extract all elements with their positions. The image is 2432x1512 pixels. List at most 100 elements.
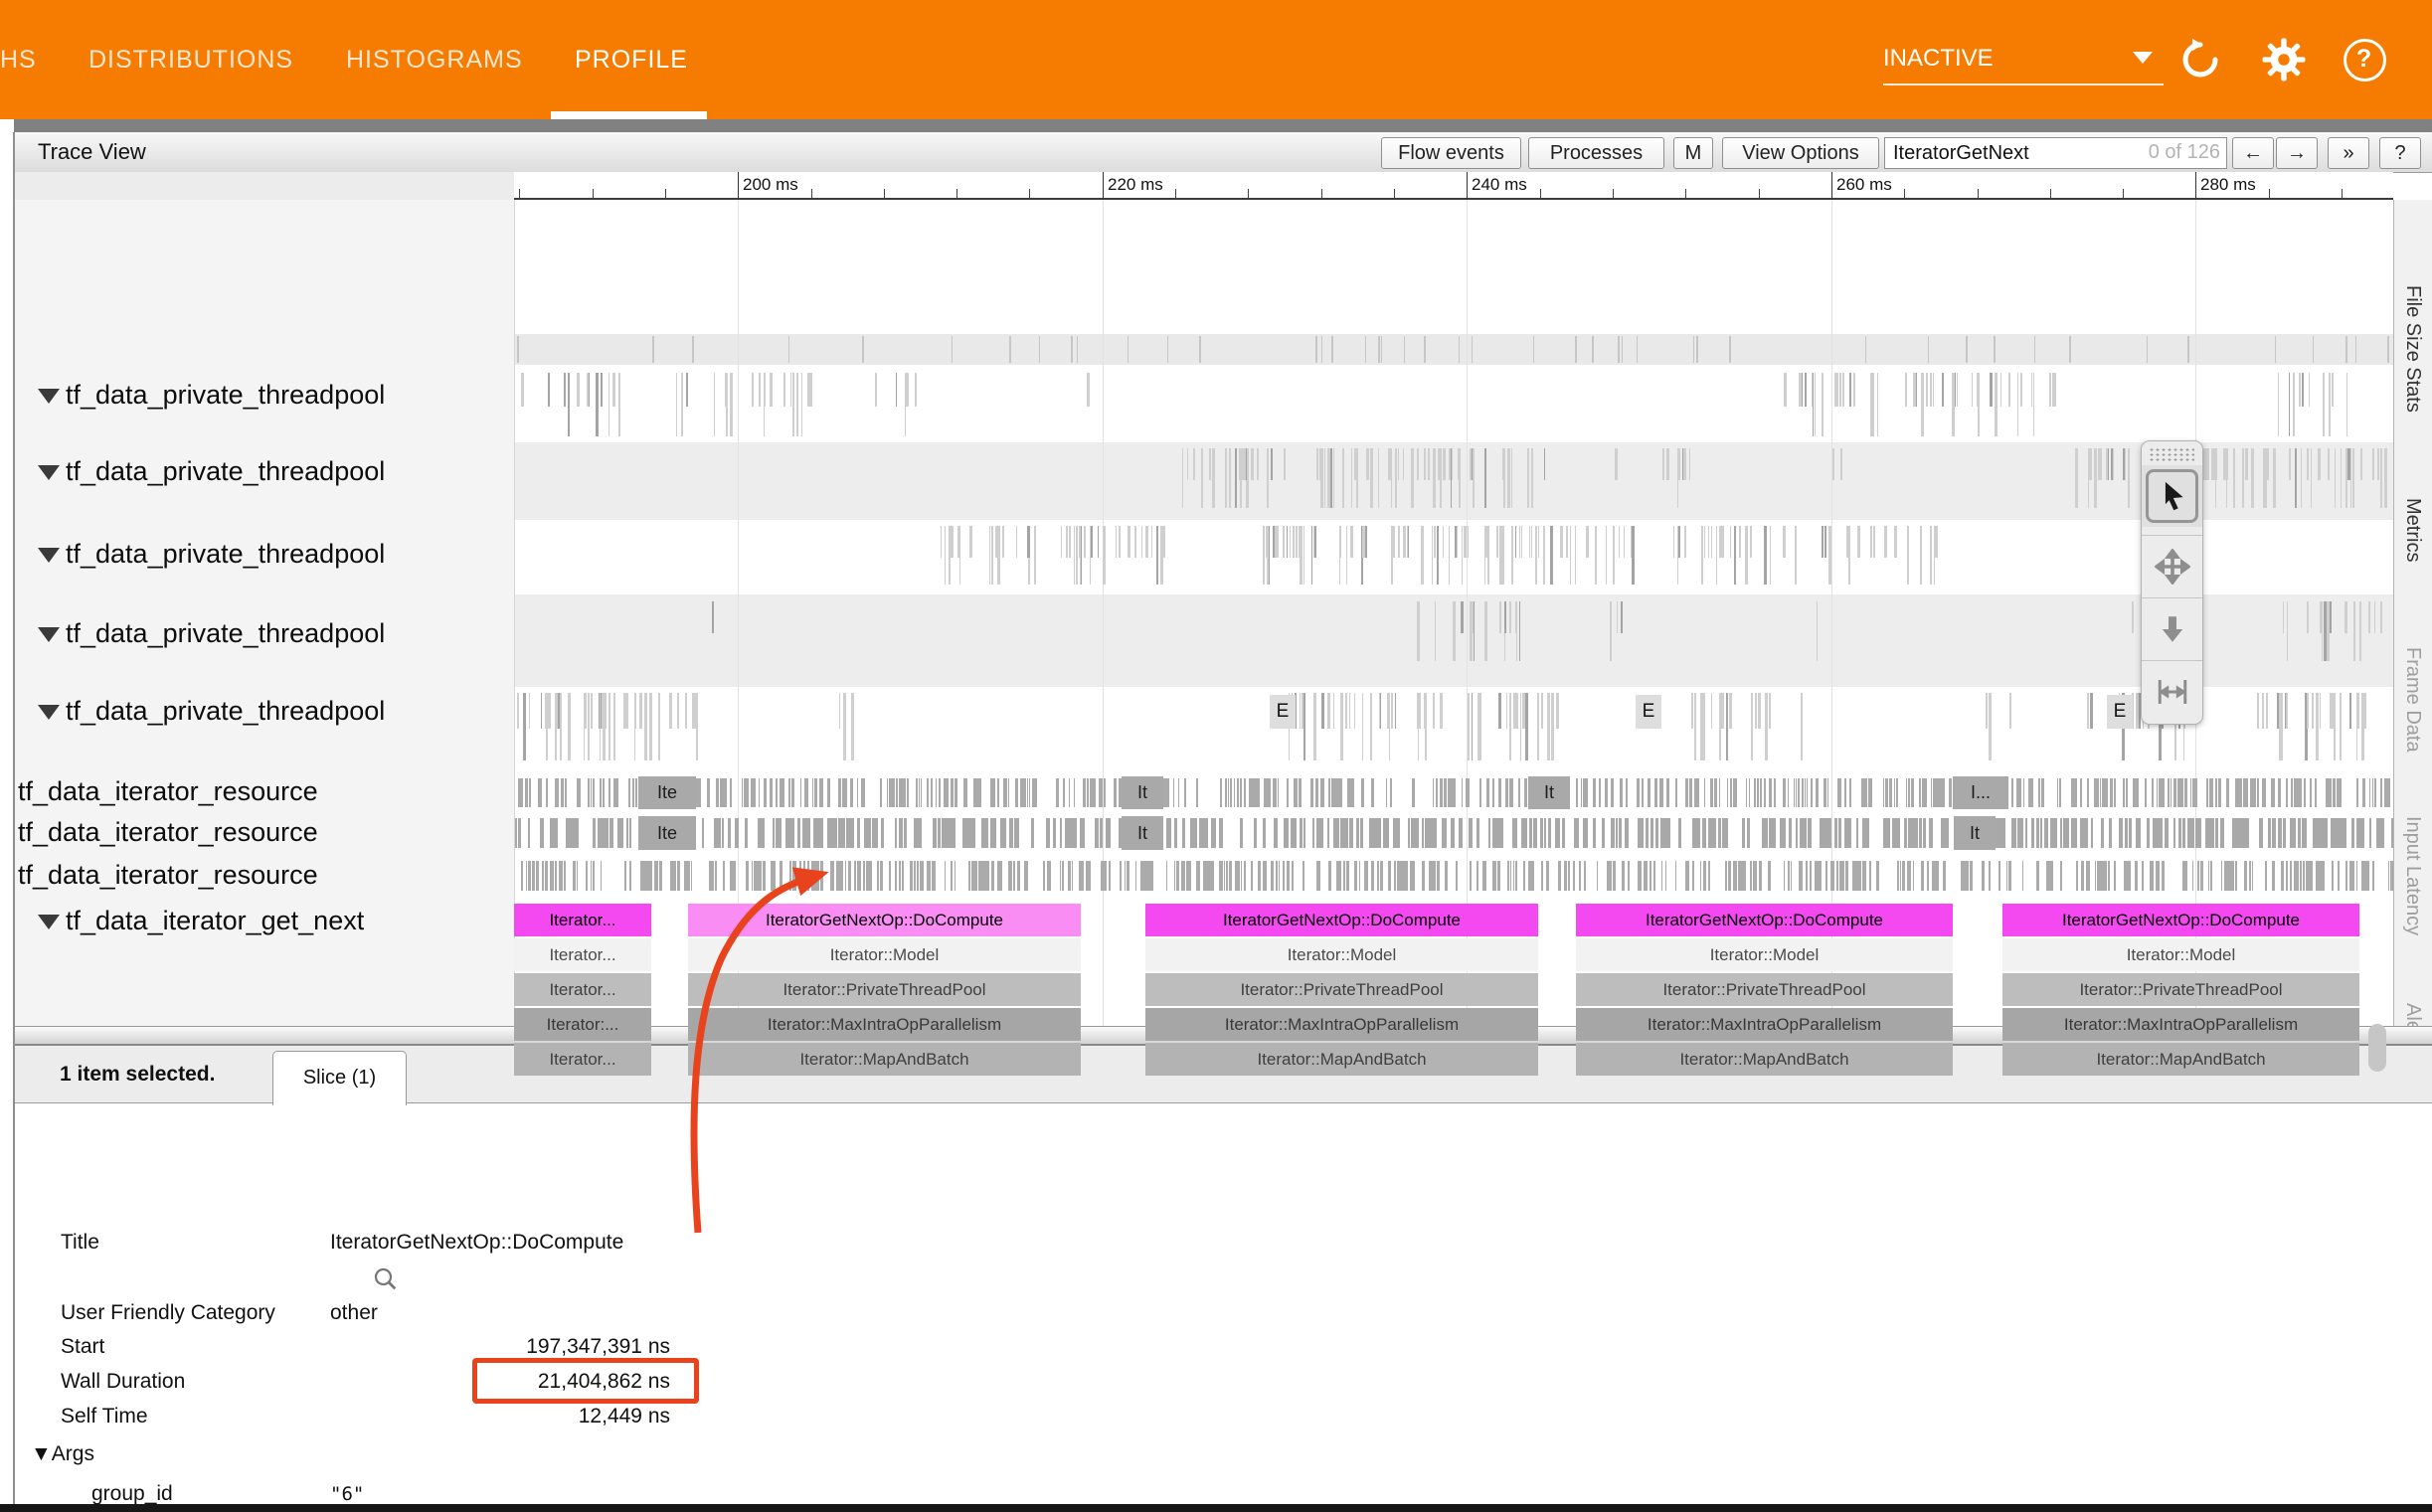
vertical-scrollbar-thumb[interactable] (2368, 1024, 2386, 1072)
slice-chip[interactable]: Ite (638, 816, 696, 850)
track-label[interactable]: tf_data_iterator_resource (18, 817, 318, 848)
slice-iterator-maxintraop[interactable]: Iterator:... (514, 1008, 651, 1041)
collapse-triangle-icon[interactable] (38, 548, 60, 563)
slice-iterator-model[interactable]: Iterator... (514, 938, 651, 971)
trace-view-panel: Trace View Flow events Processes M View … (13, 132, 2432, 1504)
slice-iterator-getnext-selected[interactable]: IteratorGetNextOp::DoCompute (688, 904, 1081, 936)
collapse-triangle-icon[interactable] (38, 389, 60, 404)
slice-iterator-getnext[interactable]: Iterator... (514, 904, 651, 936)
timing-tool-button[interactable] (2142, 660, 2202, 723)
timeline-tracks[interactable]: tf_data_private_threadpool tf_data_priva… (15, 200, 2432, 1093)
active-tab-underline (551, 111, 707, 119)
track-activity-iterator-resource-1 (514, 776, 2393, 809)
event-marker-e[interactable]: E (2107, 695, 2133, 729)
track-label[interactable]: tf_data_private_threadpool (66, 456, 385, 487)
track-label[interactable]: tf_data_iterator_resource (18, 860, 318, 891)
track-label[interactable]: tf_data_private_threadpool (66, 618, 385, 649)
sidebar-tab-input-latency[interactable]: Input Latency (2401, 816, 2424, 935)
slice-iterator-mapandbatch[interactable]: Iterator::MapAndBatch (688, 1043, 1081, 1076)
collapse-triangle-icon[interactable] (38, 465, 60, 480)
track-label[interactable]: tf_data_iterator_get_next (66, 906, 364, 936)
palette-drag-handle[interactable] (2149, 447, 2194, 463)
track-label[interactable]: tf_data_private_threadpool (66, 539, 385, 570)
search-input[interactable] (1891, 139, 2134, 168)
tab-graphs[interactable]: HS (0, 0, 37, 119)
slice-group: IteratorGetNextOp::DoCompute Iterator::M… (2002, 904, 2359, 1080)
track-label[interactable]: tf_data_iterator_resource (18, 776, 318, 807)
slice-iterator-mapandbatch[interactable]: Iterator::MapAndBatch (1576, 1043, 1953, 1076)
slice-chip[interactable]: It (1122, 776, 1163, 809)
next-result-button[interactable]: → (2276, 137, 2318, 169)
slice-iterator-privatethreadpool[interactable]: Iterator::PrivateThreadPool (688, 973, 1081, 1006)
slice-chip[interactable]: It (1122, 816, 1163, 850)
slice-iterator-getnext[interactable]: IteratorGetNextOp::DoCompute (1576, 904, 1953, 936)
tab-histograms[interactable]: HISTOGRAMS (346, 0, 523, 119)
track-label[interactable]: tf_data_private_threadpool (66, 380, 385, 411)
slice-iterator-model[interactable]: Iterator::Model (2002, 938, 2359, 971)
ruler-minor-tick (1175, 189, 1176, 198)
slice-iterator-getnext[interactable]: IteratorGetNextOp::DoCompute (2002, 904, 2359, 936)
slice-iterator-privatethreadpool[interactable]: Iterator::PrivateThreadPool (2002, 973, 2359, 1006)
more-button[interactable]: » (2328, 137, 2369, 169)
slice-iterator-maxintraop[interactable]: Iterator::MaxIntraOpParallelism (1576, 1008, 1953, 1041)
track-label[interactable]: tf_data_private_threadpool (66, 696, 385, 727)
reload-icon[interactable] (2177, 37, 2223, 83)
zoom-tool-button[interactable] (2142, 597, 2202, 660)
prev-result-button[interactable]: ← (2232, 137, 2274, 169)
tab-profile[interactable]: PROFILE (575, 0, 688, 119)
m-button[interactable]: M (1673, 137, 1713, 169)
tab-slice[interactable]: Slice (1) (272, 1051, 407, 1105)
slice-chip[interactable]: It (1954, 816, 1996, 850)
event-marker-e[interactable]: E (1270, 695, 1296, 729)
sidebar-tab-frame-data[interactable]: Frame Data (2401, 647, 2424, 753)
sidebar-tab-metrics[interactable]: Metrics (2401, 498, 2424, 562)
pan-tool-button[interactable] (2142, 535, 2202, 597)
slice-iterator-maxintraop[interactable]: Iterator::MaxIntraOpParallelism (2002, 1008, 2359, 1041)
ruler-minor-tick (811, 189, 812, 198)
slice-chip[interactable]: It (1528, 776, 1570, 809)
track-label-column: tf_data_private_threadpool tf_data_priva… (15, 200, 515, 1093)
window-bottom-edge (0, 1504, 2432, 1512)
top-navigation-bar: HS DISTRIBUTIONS HISTOGRAMS PROFILE INAC… (0, 0, 2432, 119)
slice-iterator-model[interactable]: Iterator::Model (688, 938, 1081, 971)
slice-iterator-mapandbatch[interactable]: Iterator::MapAndBatch (2002, 1043, 2359, 1076)
args-section-toggle[interactable]: ▼Args (31, 1442, 94, 1466)
magnifier-icon[interactable] (371, 1264, 401, 1299)
track-activity-iterator-resource-3 (514, 859, 2393, 893)
processes-button[interactable]: Processes (1528, 137, 1664, 169)
slice-iterator-privatethreadpool[interactable]: Iterator::PrivateThreadPool (1576, 973, 1953, 1006)
tab-distributions[interactable]: DISTRIBUTIONS (88, 0, 293, 119)
slice-iterator-getnext[interactable]: IteratorGetNextOp::DoCompute (1145, 904, 1538, 936)
slice-iterator-model[interactable]: Iterator::Model (1145, 938, 1538, 971)
slice-iterator-mapandbatch[interactable]: Iterator... (514, 1043, 651, 1076)
ruler-minor-tick (1394, 189, 1395, 198)
settings-gear-icon[interactable] (2261, 37, 2307, 83)
slice-chip[interactable]: Ite (638, 776, 696, 809)
ruler-minor-tick (1029, 189, 1030, 198)
sidebar-tab-file-size-stats[interactable]: File Size Stats (2401, 285, 2424, 413)
slice-iterator-mapandbatch[interactable]: Iterator::MapAndBatch (1145, 1043, 1538, 1076)
shortcuts-help-button[interactable]: ? (2379, 137, 2421, 169)
detail-value-start: 197,347,391 ns (330, 1335, 670, 1359)
window-divider (14, 119, 2432, 132)
ruler-minor-tick (593, 189, 594, 198)
collapse-triangle-icon[interactable] (38, 627, 60, 642)
run-status-dropdown[interactable]: INACTIVE (1883, 36, 2164, 85)
chevron-down-icon[interactable] (2133, 52, 2153, 64)
slice-iterator-privatethreadpool[interactable]: Iterator::PrivateThreadPool (1145, 973, 1538, 1006)
zoom-arrow-icon (2156, 612, 2189, 646)
collapse-triangle-icon[interactable] (38, 705, 60, 720)
slice-iterator-maxintraop[interactable]: Iterator::MaxIntraOpParallelism (1145, 1008, 1538, 1041)
slice-iterator-model[interactable]: Iterator::Model (1576, 938, 1953, 971)
help-icon[interactable]: ? (2342, 37, 2387, 83)
help-glyph: ? (2344, 39, 2384, 80)
slice-iterator-maxintraop[interactable]: Iterator::MaxIntraOpParallelism (688, 1008, 1081, 1041)
slice-chip[interactable]: I... (1953, 776, 2008, 809)
annotation-highlight-box (472, 1358, 699, 1404)
slice-iterator-privatethreadpool[interactable]: Iterator... (514, 973, 651, 1006)
view-options-button[interactable]: View Options (1722, 137, 1879, 169)
selection-tool-button[interactable] (2142, 465, 2202, 527)
event-marker-e[interactable]: E (1636, 695, 1661, 729)
collapse-triangle-icon[interactable] (38, 915, 60, 929)
flow-events-button[interactable]: Flow events (1381, 137, 1521, 169)
